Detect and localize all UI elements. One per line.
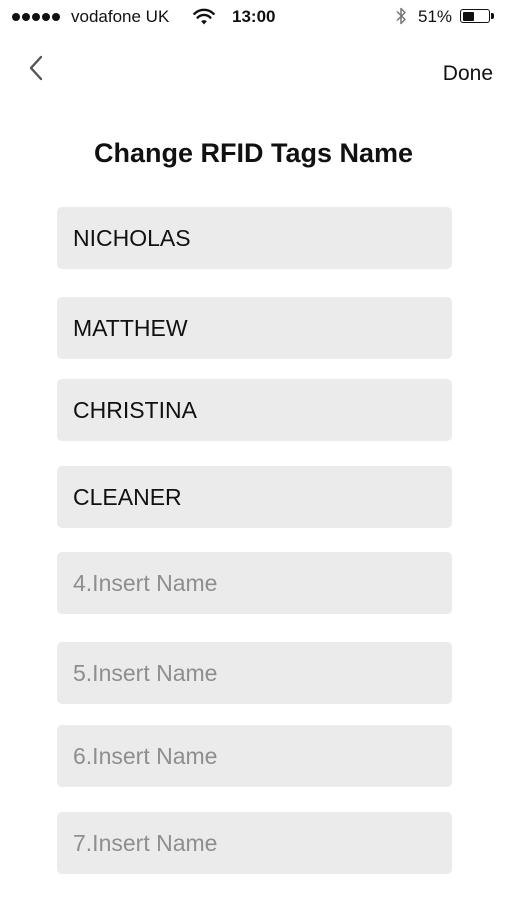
tag-name-field-1[interactable] bbox=[57, 207, 452, 269]
clock: 13:00 bbox=[232, 7, 276, 26]
back-button[interactable] bbox=[22, 52, 52, 86]
status-bar: vodafone UK 13:00 51% bbox=[0, 0, 507, 34]
carrier-label: vodafone UK bbox=[71, 7, 170, 26]
tag-name-input-2[interactable] bbox=[73, 314, 452, 342]
tag-name-field-3[interactable] bbox=[57, 379, 452, 441]
bluetooth-icon bbox=[396, 7, 406, 25]
tag-name-input-8[interactable] bbox=[73, 829, 452, 857]
tag-name-input-1[interactable] bbox=[73, 224, 452, 252]
signal-dots-icon bbox=[12, 13, 60, 21]
tag-name-input-5[interactable] bbox=[73, 569, 452, 597]
tag-name-input-6[interactable] bbox=[73, 659, 452, 687]
tag-name-input-3[interactable] bbox=[73, 396, 452, 424]
tag-name-field-5[interactable] bbox=[57, 552, 452, 614]
tag-name-input-7[interactable] bbox=[73, 742, 452, 770]
wifi-icon bbox=[193, 8, 215, 25]
tag-name-input-4[interactable] bbox=[73, 483, 452, 511]
tag-name-field-4[interactable] bbox=[57, 466, 452, 528]
battery-icon bbox=[460, 9, 490, 23]
battery-nub bbox=[491, 13, 494, 19]
tag-name-field-6[interactable] bbox=[57, 642, 452, 704]
battery-percent: 51% bbox=[418, 7, 453, 26]
chevron-left-icon bbox=[29, 55, 43, 81]
tag-name-field-2[interactable] bbox=[57, 297, 452, 359]
tag-name-field-8[interactable] bbox=[57, 812, 452, 874]
done-button[interactable]: Done bbox=[443, 62, 493, 86]
battery-fill bbox=[462, 11, 474, 21]
tag-name-field-7[interactable] bbox=[57, 725, 452, 787]
screen: vodafone UK 13:00 51% Done Change RFID T… bbox=[0, 0, 507, 900]
page-title: Change RFID Tags Name bbox=[93, 138, 414, 168]
